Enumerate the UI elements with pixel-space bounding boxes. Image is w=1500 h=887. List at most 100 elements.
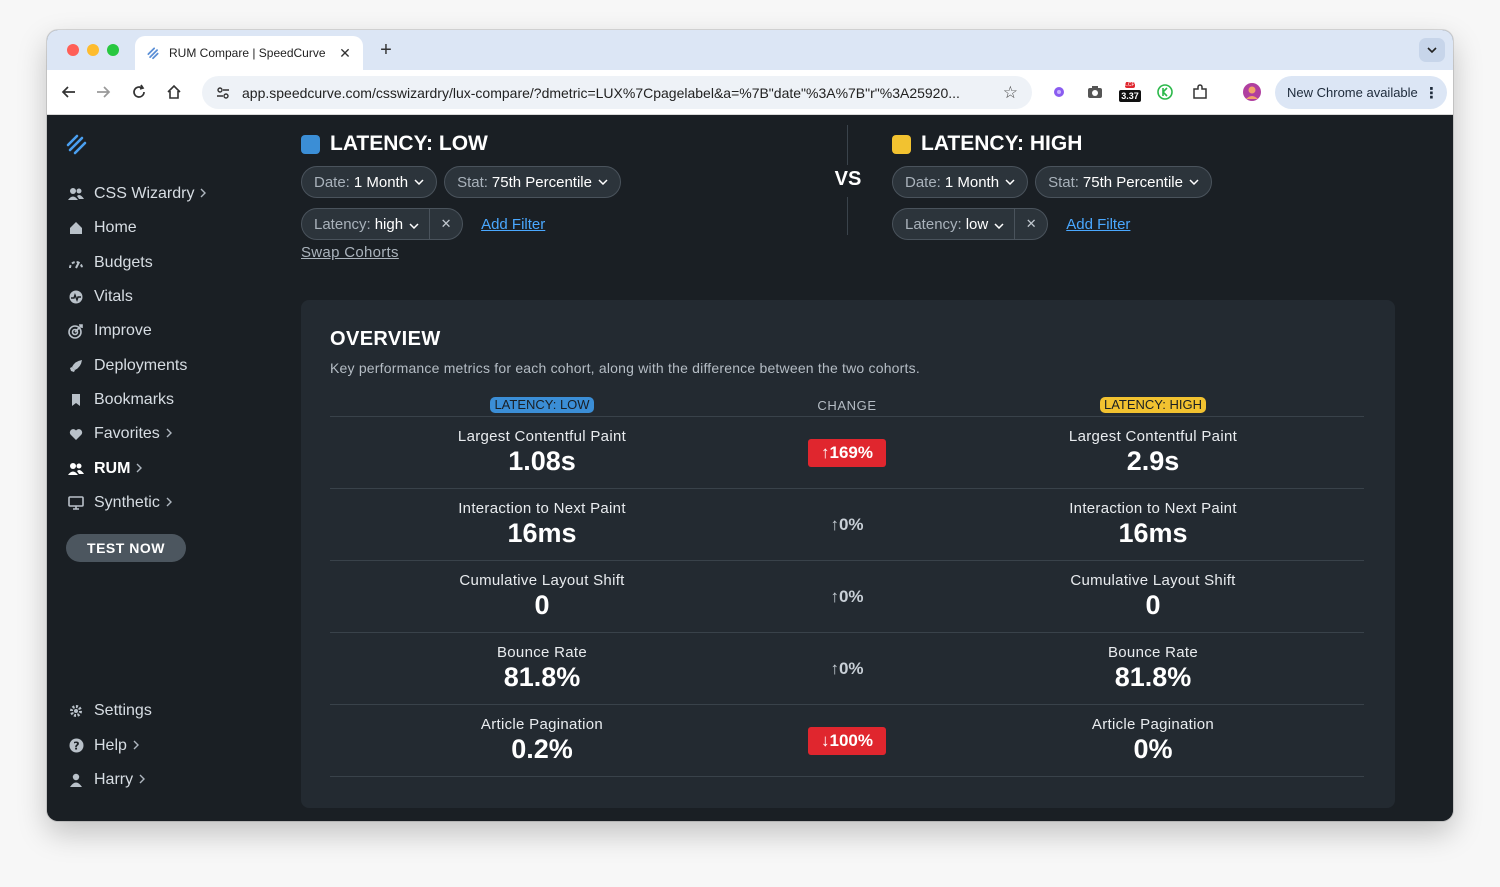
cohort-left: LATENCY: LOW Date: 1 Month Stat: 75th Pe… bbox=[301, 131, 621, 240]
metric-label: Largest Contentful Paint bbox=[457, 428, 627, 445]
sidebar-item-rum[interactable]: RUM bbox=[67, 451, 206, 485]
add-filter-link[interactable]: Add Filter bbox=[1066, 216, 1130, 233]
reload-icon[interactable] bbox=[127, 80, 151, 104]
latency-filter-dropdown[interactable]: Latency: low bbox=[893, 209, 1016, 239]
back-arrow-icon[interactable] bbox=[57, 80, 81, 104]
sidebar-item-deployments[interactable]: Deployments bbox=[67, 348, 206, 382]
chevron-right-icon bbox=[136, 462, 143, 476]
chevron-right-icon bbox=[139, 773, 146, 787]
cohort-left-title: LATENCY: LOW bbox=[301, 131, 621, 157]
lcp-badge-label: LCP bbox=[1125, 82, 1135, 88]
tab-close-icon[interactable]: ✕ bbox=[337, 45, 353, 62]
zoom-window-button[interactable] bbox=[107, 44, 119, 56]
chevron-right-icon bbox=[166, 427, 172, 441]
chevron-down-icon bbox=[994, 216, 1004, 233]
site-settings-icon[interactable] bbox=[212, 82, 234, 104]
chevron-right-icon bbox=[133, 739, 139, 753]
overview-description: Key performance metrics for each cohort,… bbox=[330, 360, 920, 376]
cohort-high-badge: LATENCY: HIGH bbox=[1099, 397, 1206, 413]
add-filter-link[interactable]: Add Filter bbox=[481, 216, 545, 233]
cohort-right-date-dropdown[interactable]: Date: 1 Month bbox=[892, 166, 1029, 198]
sidebar-item-label: Home bbox=[94, 219, 137, 237]
cohort-right-swatch bbox=[892, 134, 911, 154]
sidebar-item-help[interactable]: ? Help bbox=[67, 729, 152, 764]
profile-avatar[interactable] bbox=[1242, 82, 1262, 102]
metric-value: 16ms bbox=[507, 518, 577, 548]
chevron-down-icon bbox=[1189, 176, 1199, 188]
left-metric-cell: Interaction to Next Paint 16ms bbox=[392, 500, 692, 549]
sidebar-item-favorites[interactable]: Favorites bbox=[67, 417, 206, 451]
right-metric-cell: Interaction to Next Paint 16ms bbox=[1003, 500, 1303, 549]
remove-filter-close-icon[interactable]: ✕ bbox=[1015, 216, 1047, 232]
change-badge: ↑0% bbox=[830, 659, 864, 678]
cohort-left-swatch bbox=[301, 134, 320, 154]
date-value: 1 Month bbox=[944, 173, 1000, 191]
sidebar-item-css-wizardry[interactable]: CSS Wizardry bbox=[67, 177, 207, 211]
forward-arrow-icon[interactable] bbox=[91, 80, 115, 104]
lcp-badge-value: 3.37 bbox=[1119, 90, 1141, 102]
cohort-left-stat-dropdown[interactable]: Stat: 75th Percentile bbox=[444, 166, 621, 198]
metric-label: Article Pagination bbox=[1091, 716, 1215, 733]
sidebar-item-home[interactable]: Home bbox=[67, 211, 206, 245]
target-icon bbox=[67, 323, 85, 340]
overview-table-header: LATENCY: LOW CHANGE LATENCY: HIGH bbox=[330, 393, 1364, 417]
speedcurve-app: CSS Wizardry Home Budgets Vitals Improve Depl… bbox=[47, 115, 1453, 821]
sidebar-item-harry[interactable]: Harry bbox=[67, 763, 152, 798]
browser-window: RUM Compare | SpeedCurve ✕ + app.speedcu… bbox=[47, 30, 1453, 821]
change-badge: ↓100% bbox=[808, 727, 886, 755]
filter-key: Latency: bbox=[905, 215, 962, 233]
metric-value: 0% bbox=[1133, 734, 1173, 764]
chevron-down-icon bbox=[409, 216, 419, 233]
chevron-down-icon bbox=[1005, 176, 1015, 188]
gauge-icon bbox=[67, 257, 85, 269]
sidebar-item-settings[interactable]: Settings bbox=[67, 694, 152, 729]
sidebar-item-vitals[interactable]: Vitals bbox=[67, 280, 206, 314]
sidebar: CSS Wizardry Home Budgets Vitals Improve Depl… bbox=[47, 115, 277, 821]
bookmark-star-icon[interactable]: ☆ bbox=[1003, 83, 1018, 103]
stat-value: 75th Percentile bbox=[491, 173, 592, 191]
sidebar-item-improve[interactable]: Improve bbox=[67, 314, 206, 348]
gear-icon bbox=[67, 704, 85, 718]
vs-label: VS bbox=[827, 168, 869, 191]
metric-label: Article Pagination bbox=[480, 716, 604, 733]
extensions-puzzle-icon[interactable] bbox=[1190, 82, 1210, 102]
vitals-icon bbox=[67, 290, 85, 304]
chevron-down-icon bbox=[598, 176, 608, 188]
speedcurve-logo-icon[interactable] bbox=[65, 133, 89, 157]
metric-value: 81.8% bbox=[503, 662, 581, 692]
user-icon bbox=[67, 773, 85, 788]
sidebar-item-synthetic[interactable]: Synthetic bbox=[67, 486, 206, 520]
green-k-extension-icon[interactable] bbox=[1155, 82, 1175, 102]
sidebar-item-label: Budgets bbox=[94, 253, 153, 271]
camera-extension-icon[interactable] bbox=[1085, 82, 1105, 102]
new-tab-button[interactable]: + bbox=[374, 39, 398, 61]
change-badge: ↑169% bbox=[808, 439, 886, 467]
col-header-right: LATENCY: HIGH bbox=[1003, 397, 1303, 413]
window-controls bbox=[67, 44, 119, 56]
minimize-window-button[interactable] bbox=[87, 44, 99, 56]
sidebar-item-bookmarks[interactable]: Bookmarks bbox=[67, 383, 206, 417]
overview-title: OVERVIEW bbox=[330, 328, 441, 350]
tab-search-chevron-icon[interactable] bbox=[1419, 38, 1445, 62]
overview-panel: OVERVIEW Key performance metrics for eac… bbox=[301, 300, 1395, 808]
sidebar-item-budgets[interactable]: Budgets bbox=[67, 246, 206, 280]
cohort-right-stat-dropdown[interactable]: Stat: 75th Percentile bbox=[1035, 166, 1212, 198]
cohort-left-filter-row: Latency: high ✕ Add Filter bbox=[301, 208, 621, 240]
test-now-button[interactable]: TEST NOW bbox=[66, 534, 186, 562]
left-metric-cell: Largest Contentful Paint 1.08s bbox=[392, 428, 692, 477]
address-bar[interactable]: app.speedcurve.com/csswizardry/lux-compa… bbox=[202, 76, 1032, 109]
date-key: Date: bbox=[905, 173, 941, 191]
overview-rows: Largest Contentful Paint 1.08s ↑169% Larges… bbox=[330, 417, 1364, 777]
lcp-extension-badge[interactable]: LCP 3.37 bbox=[1117, 78, 1143, 106]
active-tab[interactable]: RUM Compare | SpeedCurve ✕ bbox=[135, 36, 363, 70]
remove-filter-close-icon[interactable]: ✕ bbox=[430, 216, 462, 232]
latency-filter-dropdown[interactable]: Latency: high bbox=[302, 209, 431, 239]
more-options-icon[interactable]: ⋮ bbox=[1424, 84, 1439, 102]
close-window-button[interactable] bbox=[67, 44, 79, 56]
home-button-icon[interactable] bbox=[162, 80, 186, 104]
puzzle-purple-extension-icon[interactable] bbox=[1049, 82, 1069, 102]
new-chrome-available-button[interactable]: New Chrome available ⋮ bbox=[1275, 76, 1447, 109]
swap-cohorts-link[interactable]: Swap Cohorts bbox=[301, 244, 399, 261]
cohort-left-latency-filter: Latency: high ✕ bbox=[301, 208, 464, 240]
cohort-left-date-dropdown[interactable]: Date: 1 Month bbox=[301, 166, 438, 198]
